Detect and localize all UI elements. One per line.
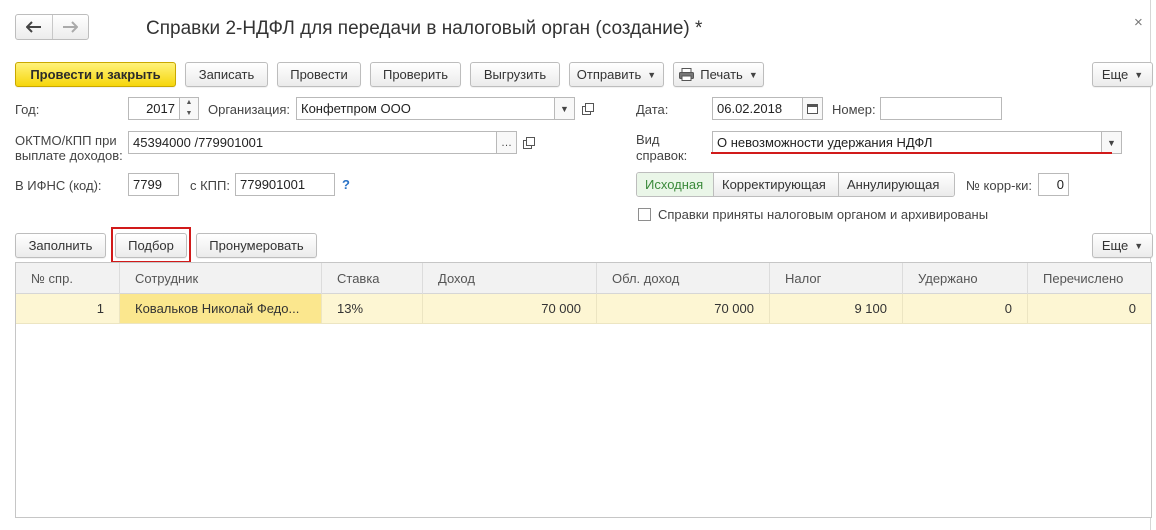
column-header-transferred[interactable]: Перечислено	[1028, 263, 1151, 294]
page-title: Справки 2-НДФЛ для передачи в налоговый …	[146, 18, 703, 39]
send-label: Отправить	[576, 67, 642, 82]
back-button[interactable]	[16, 15, 52, 39]
date-label: Дата:	[636, 102, 669, 117]
help-icon[interactable]: ?	[342, 177, 350, 192]
chevron-down-icon: ▼	[1134, 240, 1144, 251]
oktmo-field[interactable]: 45394000 /779901001	[128, 131, 497, 154]
calendar-icon	[807, 104, 818, 114]
check-button[interactable]: Проверить	[370, 62, 461, 87]
open-icon	[522, 136, 535, 149]
print-label: Печать	[700, 67, 743, 82]
post-label: Провести	[290, 67, 348, 82]
spin-down-icon[interactable]: ▼	[180, 109, 198, 120]
cell-taxable-income[interactable]: 70 000	[597, 294, 770, 323]
renumber-button[interactable]: Пронумеровать	[196, 233, 317, 258]
chevron-down-icon: ▼	[1134, 69, 1144, 80]
organization-label: Организация:	[208, 102, 291, 117]
ifns-field[interactable]: 7799	[128, 173, 179, 196]
column-header-withheld[interactable]: Удержано	[903, 263, 1028, 294]
table-header: № спр. Сотрудник Ставка Доход Обл. доход…	[16, 263, 1151, 294]
number-label: Номер:	[832, 102, 876, 117]
cell-withheld[interactable]: 0	[903, 294, 1028, 323]
post-and-close-label: Провести и закрыть	[30, 67, 161, 82]
open-icon	[581, 102, 594, 115]
column-header-number[interactable]: № спр.	[16, 263, 120, 294]
more-label: Еще	[1101, 67, 1129, 82]
table-more-button[interactable]: Еще ▼	[1092, 233, 1153, 258]
oktmo-label-line2: выплате доходов:	[15, 148, 123, 163]
kind-field[interactable]: О невозможности удержания НДФЛ	[712, 131, 1103, 154]
post-and-close-button[interactable]: Провести и закрыть	[15, 62, 176, 87]
chevron-down-icon: ▼	[748, 69, 758, 80]
arrow-right-icon	[63, 21, 79, 33]
seg-cancel[interactable]: Аннулирующая	[838, 173, 954, 196]
column-header-tax[interactable]: Налог	[770, 263, 903, 294]
calendar-button[interactable]	[802, 97, 823, 120]
year-label: Год:	[15, 102, 40, 117]
fill-label: Заполнить	[28, 238, 93, 253]
table-more-label: Еще	[1101, 238, 1129, 253]
year-field[interactable]: 2017	[128, 97, 180, 120]
select-highlight-box	[111, 227, 191, 263]
seg-initial[interactable]: Исходная	[637, 173, 713, 196]
chevron-down-icon: ▼	[647, 69, 657, 80]
close-icon[interactable]: ×	[1134, 14, 1143, 31]
oktmo-open-button[interactable]	[519, 132, 538, 153]
check-label: Проверить	[382, 67, 448, 82]
date-field[interactable]: 06.02.2018	[712, 97, 804, 120]
chevron-down-icon: ▼	[560, 103, 569, 114]
corr-number-field[interactable]: 0	[1038, 173, 1069, 196]
cell-employee[interactable]: Ковальков Николай Федо...	[120, 294, 322, 323]
column-header-taxable-income[interactable]: Обл. доход	[597, 263, 770, 294]
more-button[interactable]: Еще ▼	[1092, 62, 1153, 87]
export-button[interactable]: Выгрузить	[470, 62, 560, 87]
archived-label: Справки приняты налоговым органом и архи…	[658, 207, 989, 222]
navigation-group	[15, 14, 89, 40]
ifns-label: В ИФНС (код):	[15, 178, 102, 193]
printer-icon	[679, 68, 695, 81]
corr-number-label: № корр-ки:	[966, 178, 1032, 193]
cell-tax[interactable]: 9 100	[770, 294, 903, 323]
oktmo-label-line1: ОКТМО/КПП при	[15, 133, 117, 148]
seg-corrective[interactable]: Корректирующая	[713, 173, 838, 196]
kind-dropdown[interactable]: ▼	[1101, 131, 1122, 154]
cell-transferred[interactable]: 0	[1028, 294, 1151, 323]
forward-button[interactable]	[51, 15, 89, 39]
cell-number[interactable]: 1	[16, 294, 120, 323]
post-button[interactable]: Провести	[277, 62, 361, 87]
chevron-down-icon: ▼	[1107, 137, 1116, 148]
oktmo-select-button[interactable]: …	[496, 131, 517, 154]
kpp-label: с КПП:	[190, 178, 230, 193]
kind-highlight-underline	[711, 152, 1112, 154]
renumber-label: Пронумеровать	[209, 238, 304, 253]
column-header-income[interactable]: Доход	[423, 263, 597, 294]
kind-label-line2: справок:	[636, 148, 688, 163]
organization-open-button[interactable]	[578, 98, 597, 119]
archived-checkbox[interactable]	[638, 208, 651, 221]
employees-table[interactable]: № спр. Сотрудник Ставка Доход Обл. доход…	[15, 262, 1152, 518]
save-button[interactable]: Записать	[185, 62, 268, 87]
correction-type-switch: Исходная Корректирующая Аннулирующая	[636, 172, 955, 197]
kpp-field[interactable]: 779901001	[235, 173, 335, 196]
arrow-left-icon	[25, 21, 41, 33]
spin-up-icon[interactable]: ▲	[180, 98, 198, 109]
ellipsis-icon: …	[501, 136, 512, 149]
organization-dropdown[interactable]: ▼	[554, 97, 575, 120]
organization-field[interactable]: Конфетпром ООО	[296, 97, 557, 120]
save-label: Записать	[198, 67, 255, 82]
fill-button[interactable]: Заполнить	[15, 233, 106, 258]
number-field[interactable]	[880, 97, 1002, 120]
year-spinner[interactable]: ▲ ▼	[179, 97, 199, 120]
export-label: Выгрузить	[483, 67, 547, 82]
kind-label-line1: Вид	[636, 132, 660, 147]
send-button[interactable]: Отправить ▼	[569, 62, 664, 87]
cell-income[interactable]: 70 000	[423, 294, 597, 323]
table-row[interactable]: 1 Ковальков Николай Федо... 13% 70 000 7…	[16, 294, 1151, 324]
column-header-rate[interactable]: Ставка	[322, 263, 423, 294]
column-header-employee[interactable]: Сотрудник	[120, 263, 322, 294]
cell-rate[interactable]: 13%	[322, 294, 423, 323]
print-button[interactable]: Печать ▼	[673, 62, 764, 87]
